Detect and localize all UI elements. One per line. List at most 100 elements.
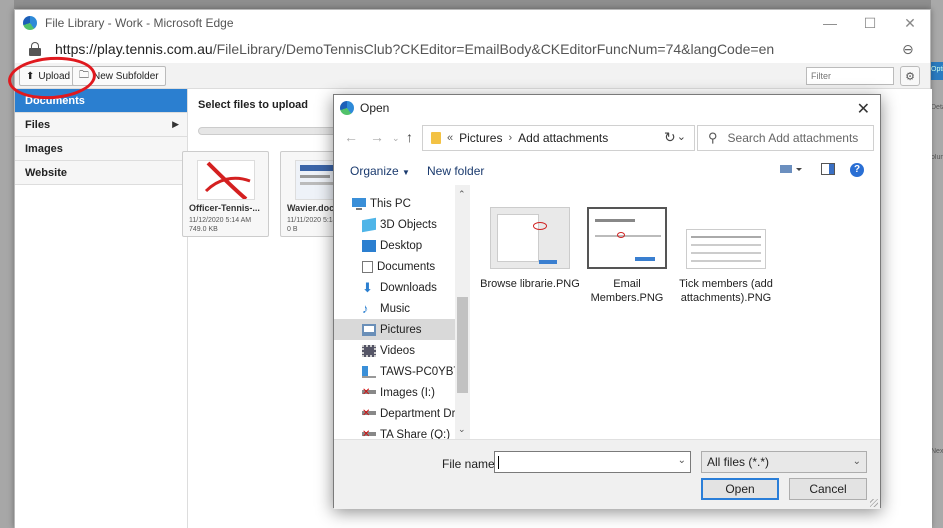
dialog-navbar: ← → ⌄ ↑ « Pictures › Add attachments ⌄ ↻… <box>334 125 880 153</box>
file-meta: 11/11/2020 5:14 0 B <box>287 216 337 234</box>
file-type-value: All files (*.*) <box>707 455 770 469</box>
breadcrumb[interactable]: « Pictures › Add attachments ⌄ <box>422 125 695 151</box>
close-icon[interactable]: ✕ <box>857 99 870 119</box>
gear-icon[interactable]: ⚙ <box>900 66 920 86</box>
nav-item-videos[interactable]: Videos <box>334 340 455 361</box>
music-icon: ♪ <box>362 300 369 316</box>
open-file-dialog: Open ✕ ← → ⌄ ↑ « Pictures › Add attachme… <box>333 94 881 509</box>
documents-icon <box>362 260 373 273</box>
close-icon[interactable]: ✕ <box>890 10 930 36</box>
file-date: 11/11/2020 5:14 <box>287 217 337 224</box>
preview-pane-icon[interactable] <box>821 163 835 178</box>
open-button[interactable]: Open <box>701 478 779 500</box>
nav-item-downloads[interactable]: ⬇ Downloads <box>334 277 455 298</box>
recent-locations-chevron-icon[interactable]: ⌄ <box>392 133 400 144</box>
network-drive-icon: ✕ <box>362 386 376 399</box>
chevron-down-icon[interactable]: ⌄ <box>678 455 686 466</box>
nav-item-desktop[interactable]: Desktop <box>334 235 455 256</box>
address-bar[interactable]: https://play.tennis.com.au/FileLibrary/D… <box>15 36 930 62</box>
nav-item-label: 3D Objects <box>380 218 437 231</box>
nav-item-documents[interactable]: Documents <box>334 256 455 277</box>
nav-item-department-drive[interactable]: ✕ Department Driv <box>334 403 455 424</box>
nav-item-label: Downloads <box>380 281 437 294</box>
forward-arrow-icon[interactable]: → <box>370 129 384 145</box>
back-arrow-icon[interactable]: ← <box>344 129 358 145</box>
videos-icon <box>362 344 376 357</box>
filter-input[interactable] <box>806 67 894 85</box>
lock-icon[interactable] <box>29 42 41 56</box>
refresh-icon[interactable]: ↻ <box>664 129 676 146</box>
file-type-select[interactable]: All files (*.*) ⌄ <box>701 451 867 473</box>
chevron-right-icon: › <box>508 132 513 144</box>
breadcrumb-overflow-icon[interactable]: « <box>447 132 453 144</box>
nav-item-label: This PC <box>370 197 411 210</box>
minimize-icon[interactable]: — <box>810 10 850 36</box>
dialog-bottom-bar: File name: ⌄ All files (*.*) ⌄ Open Canc… <box>334 439 880 509</box>
url-text[interactable]: https://play.tennis.com.au/FileLibrary/D… <box>55 41 774 57</box>
downloads-icon: ⬇ <box>362 279 373 295</box>
network-drive-icon: ✕ <box>362 428 376 439</box>
new-subfolder-button[interactable]: 🗀 New Subfolder <box>72 66 166 86</box>
nav-scrollbar[interactable]: ⌃ ⌄ <box>455 185 470 439</box>
file-tile[interactable]: Email Members.PNG <box>577 207 677 305</box>
nav-item-pictures[interactable]: Pictures <box>334 319 455 340</box>
cancel-button[interactable]: Cancel <box>789 478 867 500</box>
upload-button[interactable]: ⬆ Upload <box>19 66 78 86</box>
view-options-icon[interactable] <box>780 163 802 178</box>
window-controls: — ☐ ✕ <box>810 10 930 36</box>
sidebar-item-website[interactable]: Website <box>15 161 187 185</box>
maximize-icon[interactable]: ☐ <box>850 10 890 36</box>
file-name-input[interactable]: ⌄ <box>494 451 691 473</box>
background-right-strip: Optio Details olumns Next <box>931 0 943 528</box>
resize-grip-icon[interactable] <box>870 499 878 507</box>
search-icon: ⚲ <box>708 130 718 145</box>
scroll-up-icon[interactable]: ⌃ <box>458 189 466 200</box>
file-card[interactable]: Officer-Tennis-... 11/12/2020 5:14 AM 749… <box>182 151 269 237</box>
search-placeholder: Search Add attachments <box>727 131 859 145</box>
file-tile-name: Email Members.PNG <box>590 278 664 304</box>
sidebar-item-images[interactable]: Images <box>15 137 187 161</box>
breadcrumb-item[interactable]: Add attachments <box>518 131 608 145</box>
file-tile[interactable]: Tick members (add attachments).PNG <box>676 207 776 305</box>
new-folder-button[interactable]: New folder <box>427 164 484 178</box>
help-icon[interactable]: ? <box>850 163 864 177</box>
up-arrow-icon[interactable]: ↑ <box>406 129 413 145</box>
nav-item-music[interactable]: ♪ Music <box>334 298 455 319</box>
image-thumbnail <box>587 207 667 269</box>
nav-item-3d-objects[interactable]: 3D Objects <box>334 214 455 235</box>
scroll-down-icon[interactable]: ⌄ <box>458 424 466 435</box>
sidebar-item-files[interactable]: Files ▶ <box>15 113 187 137</box>
scrollbar-thumb[interactable] <box>457 297 468 393</box>
file-tile[interactable]: Browse librarie.PNG <box>480 207 580 291</box>
background-left-strip <box>0 0 14 528</box>
nav-item-images-drive[interactable]: ✕ Images (I:) <box>334 382 455 403</box>
sidebar-item-documents[interactable]: Documents <box>15 89 187 113</box>
chevron-right-icon[interactable]: ▶ <box>172 119 179 130</box>
chevron-down-icon[interactable]: ⌄ <box>677 130 686 143</box>
file-name: Officer-Tennis-... <box>189 203 260 213</box>
search-input[interactable]: ⚲ Search Add attachments <box>697 125 874 151</box>
nav-item-ta-share[interactable]: ✕ TA Share (Q:) <box>334 424 455 439</box>
new-subfolder-label: New Subfolder <box>93 70 159 82</box>
chevron-down-icon: ⌄ <box>852 456 861 467</box>
organize-button[interactable]: Organize ▼ <box>350 164 410 178</box>
text-cursor <box>498 456 499 469</box>
breadcrumb-item[interactable]: Pictures <box>459 131 502 145</box>
upload-progress-bar <box>198 127 348 135</box>
file-name-label: File name: <box>442 457 499 471</box>
file-tile-name: Tick members (add attachments).PNG <box>679 278 773 304</box>
nav-item-computer[interactable]: TAWS-PC0YBT0H <box>334 361 455 382</box>
file-meta: 11/12/2020 5:14 AM 749.0 KB <box>189 216 251 234</box>
image-thumbnail <box>686 229 766 269</box>
nav-item-label: Department Driv <box>380 407 455 420</box>
nav-item-this-pc[interactable]: This PC <box>334 193 455 214</box>
computer-icon <box>362 365 376 378</box>
pdf-file-icon <box>197 160 255 200</box>
sidebar-item-label: Documents <box>25 94 85 107</box>
window-title: File Library - Work - Microsoft Edge <box>45 16 234 30</box>
network-drive-icon: ✕ <box>362 407 376 420</box>
file-size: 749.0 KB <box>189 226 218 233</box>
nav-item-label: Videos <box>380 344 415 357</box>
library-toolbar: ⬆ Upload 🗀 New Subfolder ⚙ <box>15 63 930 89</box>
zoom-icon[interactable]: ⊖ <box>902 41 918 57</box>
